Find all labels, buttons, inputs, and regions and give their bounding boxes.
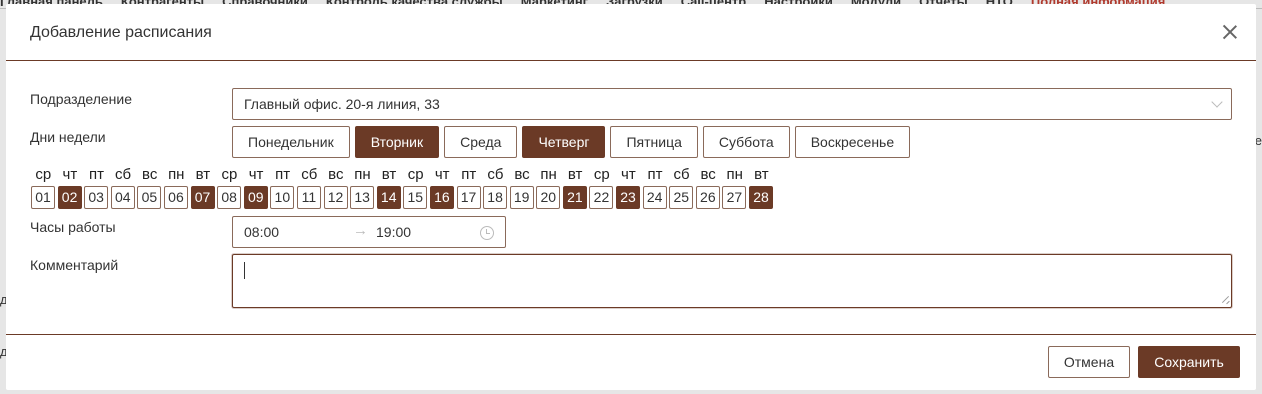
clock-icon	[480, 226, 494, 240]
calendar-weekday-header: вс	[142, 166, 158, 183]
calendar-weekday-header: чт	[434, 166, 450, 183]
text-caret	[244, 262, 245, 279]
calendar-day[interactable]: 20	[536, 186, 561, 209]
calendar-weekday-header: пн	[168, 166, 185, 183]
calendar-day[interactable]: 25	[669, 186, 694, 209]
calendar-weekday-header: пн	[354, 166, 371, 183]
weekday-toggle-button[interactable]: Среда	[444, 126, 518, 158]
calendar-days: 01 02 03 04 05 06 07 08 09 10 11 12 13 14 15 16 17 18 19 20…	[31, 186, 776, 209]
calendar-weekday-header: чт	[62, 166, 78, 183]
dialog-header: Добавление расписания	[6, 4, 1256, 61]
calendar-weekday-header: чт	[248, 166, 264, 183]
weekday-toggle-group: Понедельник Вторник Среда Четверг Пятница Суб…	[232, 126, 911, 158]
calendar-weekday-header: вт	[754, 166, 769, 183]
comment-textarea[interactable]	[232, 254, 1232, 308]
calendar-day[interactable]: 18	[483, 186, 508, 209]
calendar-day[interactable]: 07	[190, 186, 215, 209]
dialog-title: Добавление расписания	[30, 24, 212, 41]
work-hours-range-picker[interactable]: 08:00 → 19:00	[232, 216, 506, 248]
comment-label: Комментарий	[30, 257, 119, 273]
weekday-toggle-button[interactable]: Воскресенье	[794, 126, 911, 158]
calendar-day[interactable]: 19	[509, 186, 534, 209]
calendar-weekday-header: вс	[700, 166, 716, 183]
time-from[interactable]: 08:00	[244, 224, 279, 240]
calendar-weekday-headers: ср чт пт сб вс пн вт ср чт пт сб вс пн вт ср чт пт сб вс пн…	[30, 166, 775, 183]
calendar-day[interactable]: 11	[296, 186, 321, 209]
department-select[interactable]: Главный офис. 20-я линия, 33	[232, 88, 1232, 120]
calendar-weekday-header: чт	[621, 166, 636, 183]
calendar-day[interactable]: 09	[243, 186, 268, 209]
calendar-weekday-header: пт	[647, 166, 663, 183]
close-icon[interactable]	[1222, 24, 1238, 40]
weekday-toggle-button[interactable]: Вторник	[354, 126, 440, 158]
cancel-button[interactable]: Отмена	[1048, 346, 1130, 378]
hours-label: Часы работы	[30, 219, 116, 235]
calendar-weekday-header: ср	[593, 166, 610, 183]
calendar-weekday-header: пт	[461, 166, 477, 183]
chevron-down-icon	[1211, 96, 1223, 108]
calendar-day[interactable]: 22	[589, 186, 614, 209]
calendar-day[interactable]: 10	[270, 186, 295, 209]
calendar-weekday-header: вт	[567, 166, 583, 183]
dialog-footer: Отмена Сохранить	[6, 334, 1256, 390]
calendar-day[interactable]: 15	[403, 186, 428, 209]
time-to[interactable]: 19:00	[376, 224, 411, 240]
resize-handle-icon[interactable]	[1222, 296, 1230, 304]
calendar-weekday-header: сб	[115, 166, 132, 183]
calendar-day[interactable]: 06	[163, 186, 188, 209]
calendar-day[interactable]: 03	[84, 186, 109, 209]
schedule-dialog: Добавление расписания Подразделение Глав…	[6, 4, 1256, 390]
department-label: Подразделение	[30, 91, 133, 107]
weekday-toggle-button[interactable]: Понедельник	[232, 126, 350, 158]
calendar-day[interactable]: 21	[562, 186, 587, 209]
department-value: Главный офис. 20-я линия, 33	[244, 96, 440, 112]
calendar-day[interactable]: 23	[616, 186, 641, 209]
calendar-day[interactable]: 08	[217, 186, 242, 209]
calendar-day[interactable]: 12	[323, 186, 348, 209]
calendar-weekday-header: сб	[673, 166, 690, 183]
calendar-weekday-header: пн	[726, 166, 743, 183]
calendar-weekday-header: вт	[195, 166, 211, 183]
calendar-day[interactable]: 13	[350, 186, 375, 209]
calendar-day[interactable]: 05	[137, 186, 162, 209]
calendar-day[interactable]: 27	[722, 186, 747, 209]
calendar-weekday-header: пт	[88, 166, 104, 183]
weekdays-label: Дни недели	[30, 129, 106, 145]
calendar-weekday-header: ср	[407, 166, 424, 183]
weekday-toggle-button[interactable]: Суббота	[702, 126, 790, 158]
calendar-weekday-header: вс	[514, 166, 530, 183]
arrow-right-icon: →	[353, 222, 368, 239]
calendar-weekday-header: ср	[221, 166, 238, 183]
calendar-weekday-header: вс	[328, 166, 344, 183]
calendar-day[interactable]: 17	[456, 186, 481, 209]
weekday-toggle-button[interactable]: Пятница	[610, 126, 698, 158]
save-button[interactable]: Сохранить	[1138, 346, 1240, 378]
weekday-toggle-button[interactable]: Четверг	[522, 126, 606, 158]
calendar-day[interactable]: 28	[749, 186, 774, 209]
calendar-day[interactable]: 04	[110, 186, 135, 209]
calendar-weekday-header: пн	[540, 166, 557, 183]
calendar-day[interactable]: 26	[695, 186, 720, 209]
calendar-day[interactable]: 16	[429, 186, 454, 209]
calendar-day[interactable]: 02	[57, 186, 82, 209]
calendar-weekday-header: пт	[275, 166, 291, 183]
calendar-day[interactable]: 14	[376, 186, 401, 209]
calendar-weekday-header: сб	[301, 166, 318, 183]
calendar-weekday-header: вт	[381, 166, 397, 183]
calendar-weekday-header: ср	[35, 166, 52, 183]
calendar-day[interactable]: 01	[31, 186, 55, 209]
calendar-weekday-header: сб	[487, 166, 504, 183]
calendar-day[interactable]: 24	[642, 186, 667, 209]
